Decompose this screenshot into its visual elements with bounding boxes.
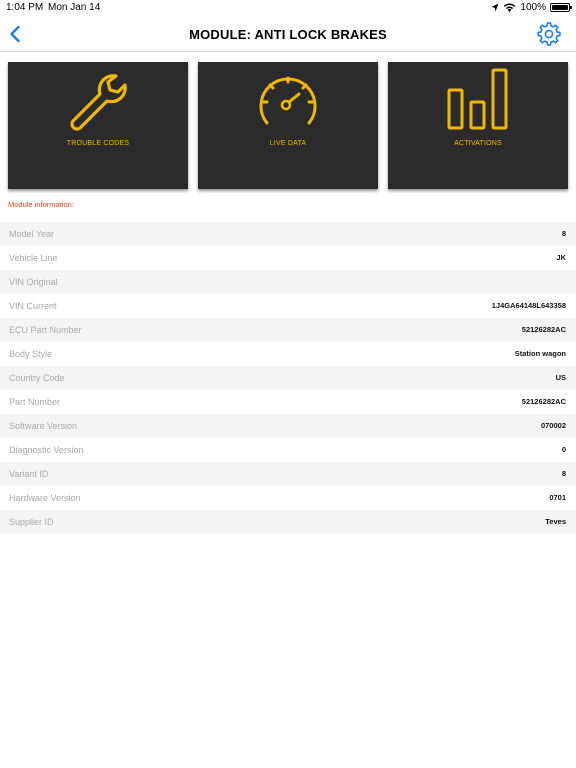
row-label: Country Code <box>9 373 65 383</box>
row-value: 0 <box>561 445 566 454</box>
tile-label: LIVE DATA <box>269 140 307 147</box>
location-arrow-icon <box>491 3 499 12</box>
row-label: Diagnostic Version <box>9 445 84 455</box>
wrench-icon <box>70 74 127 131</box>
table-row: Hardware Version 0701 <box>0 486 576 510</box>
row-value: 070002 <box>540 421 566 430</box>
row-value: 8 <box>561 229 566 238</box>
row-label: Body Style <box>9 349 53 359</box>
row-value: US <box>555 373 566 382</box>
row-label: VIN Current <box>9 301 57 311</box>
row-label: Supplier ID <box>9 517 54 527</box>
table-row: Variant ID 8 <box>0 462 576 486</box>
row-value: 0701 <box>549 493 566 502</box>
table-row: Body Style Station wagon <box>0 342 576 366</box>
table-row: VIN Current 1J4GA64148L643358 <box>0 294 576 318</box>
table-row: Model Year 8 <box>0 222 576 246</box>
battery-level-fill <box>552 5 568 10</box>
row-value: Station wagon <box>514 349 566 358</box>
bar-chart-icon <box>447 68 508 130</box>
tile-label: ACTIVATIONS <box>454 140 502 147</box>
row-label: Variant ID <box>9 469 49 479</box>
row-value: Teves <box>545 517 566 526</box>
row-label: Part Number <box>9 397 61 407</box>
status-time: 1:04 PM <box>6 2 44 13</box>
row-value: 8 <box>561 469 566 478</box>
table-row: VIN Original <box>0 270 576 294</box>
row-label: Vehicle Line <box>9 253 58 263</box>
row-label: Software Version <box>9 421 78 431</box>
table-row: Country Code US <box>0 366 576 390</box>
activations-tile[interactable]: ACTIVATIONS <box>388 62 568 189</box>
tile-label: TROUBLE CODES <box>66 140 130 147</box>
table-row: ECU Part Number 52126282AC <box>0 318 576 342</box>
status-bar: 1:04 PM Mon Jan 14 100% <box>0 0 576 16</box>
status-right: 100% <box>491 2 572 13</box>
trouble-codes-tile[interactable]: TROUBLE CODES <box>8 62 188 189</box>
row-label: VIN Original <box>9 277 58 287</box>
module-info-table: Model Year 8 Vehicle Line JK VIN Original VIN… <box>0 222 576 534</box>
table-row: Part Number 52126282AC <box>0 390 576 414</box>
battery-percent: 100% <box>520 2 546 13</box>
settings-button[interactable] <box>536 21 562 47</box>
row-label: Model Year <box>9 229 55 239</box>
wifi-icon <box>504 3 516 12</box>
table-row: Software Version 070002 <box>0 414 576 438</box>
row-value: 52126282AC <box>521 397 566 406</box>
table-row: Diagnostic Version 0 <box>0 438 576 462</box>
gear-icon <box>537 22 561 46</box>
row-value: 1J4GA64148L643358 <box>491 301 566 310</box>
table-row: Vehicle Line JK <box>0 246 576 270</box>
battery-icon <box>550 3 572 12</box>
section-title: Module information: <box>8 200 74 209</box>
row-label: ECU Part Number <box>9 325 82 335</box>
status-date: Mon Jan 14 <box>48 2 101 13</box>
table-row: Supplier ID Teves <box>0 510 576 534</box>
module-actions: TROUBLE CODES LIVE DATA ACTIVATIONS <box>8 62 570 190</box>
speedometer-icon <box>259 76 317 125</box>
navigation-bar: MODULE: ANTI LOCK BRAKES <box>0 16 576 52</box>
row-value: 52126282AC <box>521 325 566 334</box>
row-label: Hardware Version <box>9 493 81 503</box>
page-title: MODULE: ANTI LOCK BRAKES <box>189 27 387 42</box>
live-data-tile[interactable]: LIVE DATA <box>198 62 378 189</box>
row-value: JK <box>556 253 566 262</box>
